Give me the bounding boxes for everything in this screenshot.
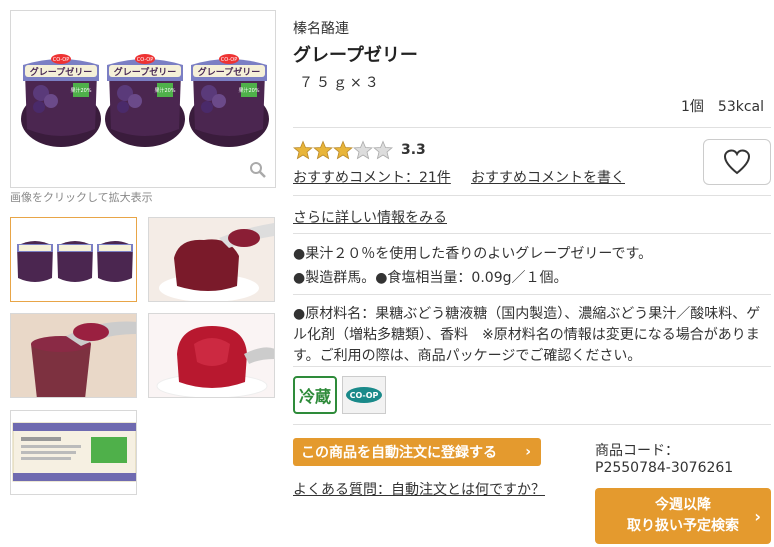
thumbnail-jelly-spoon-image — [149, 218, 274, 301]
zoom-icon — [250, 162, 266, 178]
calorie-info: 1個 53kcal — [681, 99, 764, 115]
thumbnail-5[interactable] — [10, 410, 137, 495]
divider — [293, 294, 771, 295]
svg-text:CO-OP: CO-OP — [350, 391, 379, 400]
rating-stars: 3.3 — [293, 140, 426, 160]
star-empty-icon — [353, 140, 373, 160]
product-title: グレープゼリー — [293, 45, 418, 66]
faq-link[interactable]: よくある質問：自動注文とは何ですか？ — [293, 479, 545, 499]
write-comment-link[interactable]: おすすめコメントを書く — [471, 167, 625, 187]
main-product-image[interactable]: グレープゼリー CO-OP 果汁20% グレープゼリー CO-OP 果汁20% … — [10, 10, 276, 188]
more-info-link[interactable]: さらに詳しい情報をみる — [293, 207, 447, 227]
chevron-right-icon: › — [525, 444, 531, 460]
svg-text:CO-OP: CO-OP — [221, 57, 237, 63]
schedule-label-line-1: 今週以降 — [655, 497, 711, 513]
svg-text:グレープゼリー: グレープゼリー — [114, 66, 176, 78]
description-line-1: ●果汁２０％を使用した香りのよいグレープゼリーです。 — [293, 246, 653, 262]
thumbnail-1[interactable] — [10, 217, 137, 302]
coop-logo-icon: CO-OP — [346, 387, 382, 403]
divider — [293, 366, 771, 367]
thumbnail-package-label-image — [11, 411, 136, 494]
image-caption: 画像をクリックして拡大表示 — [10, 191, 153, 204]
ingredients-text: ●原材料名：果糖ぶどう糖液糖（国内製造）、濃縮ぶどう果汁／酸味料、ゲル化剤（増粘… — [293, 306, 761, 364]
thumbnail-jelly-plate-image — [149, 314, 274, 397]
svg-text:グレープゼリー: グレープゼリー — [198, 66, 260, 78]
heart-icon — [723, 149, 751, 175]
auto-order-button[interactable]: この商品を自動注文に登録する › — [293, 438, 541, 466]
star-full-icon — [293, 140, 313, 160]
schedule-label-line-2: 取り扱い予定検索 — [627, 518, 739, 534]
svg-text:CO-OP: CO-OP — [53, 57, 69, 63]
favorite-button[interactable] — [703, 139, 771, 185]
divider — [293, 127, 771, 128]
thumbnail-cups-image — [17, 241, 133, 282]
svg-text:果汁20%: 果汁20% — [154, 87, 175, 94]
star-full-icon — [313, 140, 333, 160]
svg-text:グレープゼリー: グレープゼリー — [30, 66, 92, 78]
thumbnail-4[interactable] — [148, 313, 275, 398]
description-line-2: ●製造群馬。●食塩相当量：0.09g／１個。 — [293, 270, 568, 286]
product-code-label: 商品コード： — [595, 443, 679, 459]
comment-count-link[interactable]: おすすめコメント：21件 — [293, 167, 451, 187]
product-code-value: P2550784-3076261 — [595, 460, 734, 476]
rating-value: 3.3 — [401, 142, 426, 158]
schedule-search-button[interactable]: 今週以降 取り扱い予定検索 › — [595, 488, 771, 544]
product-spec: ７５ｇ×３ — [299, 75, 382, 91]
coop-badge: CO-OP — [342, 376, 386, 414]
thumbnail-2[interactable] — [148, 217, 275, 302]
divider — [293, 195, 771, 196]
star-empty-icon — [373, 140, 393, 160]
grape-jelly-cups-image: グレープゼリー CO-OP 果汁20% グレープゼリー CO-OP 果汁20% … — [21, 54, 269, 147]
maker-name: 榛名酪連 — [293, 21, 349, 37]
thumbnail-jelly-cup-image — [11, 314, 136, 397]
divider — [293, 233, 771, 234]
refrigerated-badge: 冷蔵 — [293, 376, 337, 414]
svg-text:CO-OP: CO-OP — [137, 57, 153, 63]
svg-text:果汁20%: 果汁20% — [238, 87, 259, 94]
thumbnail-3[interactable] — [10, 313, 137, 398]
auto-order-label: この商品を自動注文に登録する — [301, 445, 497, 461]
star-full-icon — [333, 140, 353, 160]
chevron-right-icon: › — [754, 507, 761, 526]
svg-text:果汁20%: 果汁20% — [70, 87, 91, 94]
divider — [293, 424, 771, 425]
